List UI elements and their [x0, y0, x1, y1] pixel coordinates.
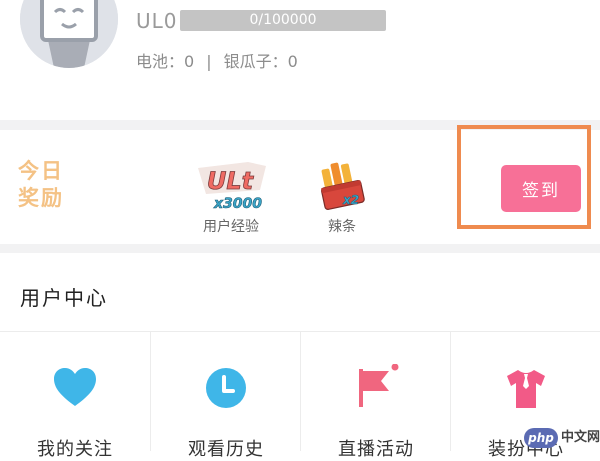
reward-exp-multiplier: x3000 [213, 196, 262, 212]
spicy-strip-icon: x2 [297, 156, 387, 216]
checkin-button[interactable]: 签到 [501, 165, 581, 212]
experience-progress-bar: 0/100000 [180, 10, 386, 31]
daily-reward-card: 今日奖励 ULt x3000 用户经验 x2 辣条 签到 [0, 125, 600, 244]
user-level: UL0 [136, 9, 178, 33]
tv-mascot-icon [20, 0, 118, 68]
user-center-label-live-events: 直播活动 [338, 439, 414, 460]
clock-icon [206, 368, 246, 408]
profile-header: UL0 0/100000 电池：0 | 银瓜子：0 [0, 0, 600, 120]
user-center-label-following: 我的关注 [37, 439, 113, 460]
user-center-grid: 我的关注 观看历史 直播活动 装扮中心 [0, 331, 600, 460]
ul-exp-badge-icon: ULt x3000 [186, 156, 276, 216]
wallet-separator: | [206, 52, 212, 71]
user-center-item-live-events[interactable]: 直播活动 [300, 332, 451, 460]
battery-label: 电池： [136, 52, 185, 71]
reward-item-exp: ULt x3000 用户经验 [186, 156, 276, 236]
reward-spicy-strip-label: 辣条 [328, 219, 356, 235]
reward-item-spicy-strip: x2 辣条 [297, 156, 387, 236]
user-center-item-following[interactable]: 我的关注 [0, 332, 150, 460]
wallet-summary: 电池：0 | 银瓜子：0 [136, 48, 298, 72]
silver-melon-label: 银瓜子： [223, 52, 288, 71]
reward-exp-badge-text: ULt [207, 167, 255, 195]
silver-melon-value: 0 [287, 52, 298, 71]
heart-icon [54, 368, 96, 406]
flag-icon [359, 364, 399, 407]
experience-progress-text: 0/100000 [249, 12, 317, 28]
avatar[interactable] [20, 0, 118, 68]
php-watermark: php 中文网 [524, 426, 600, 450]
shirt-icon [507, 370, 545, 408]
user-center-label-history: 观看历史 [188, 439, 264, 460]
battery-value: 0 [184, 52, 195, 71]
section-divider [0, 244, 600, 253]
reward-spicy-strip-multiplier: x2 [342, 193, 359, 207]
watermark-text: 中文网 [561, 430, 600, 445]
reward-exp-label: 用户经验 [203, 219, 259, 235]
user-center-item-history[interactable]: 观看历史 [150, 332, 301, 460]
user-center-title: 用户中心 [20, 286, 108, 310]
daily-reward-title: 今日奖励 [18, 159, 64, 210]
php-logo-icon: php [524, 428, 558, 448]
